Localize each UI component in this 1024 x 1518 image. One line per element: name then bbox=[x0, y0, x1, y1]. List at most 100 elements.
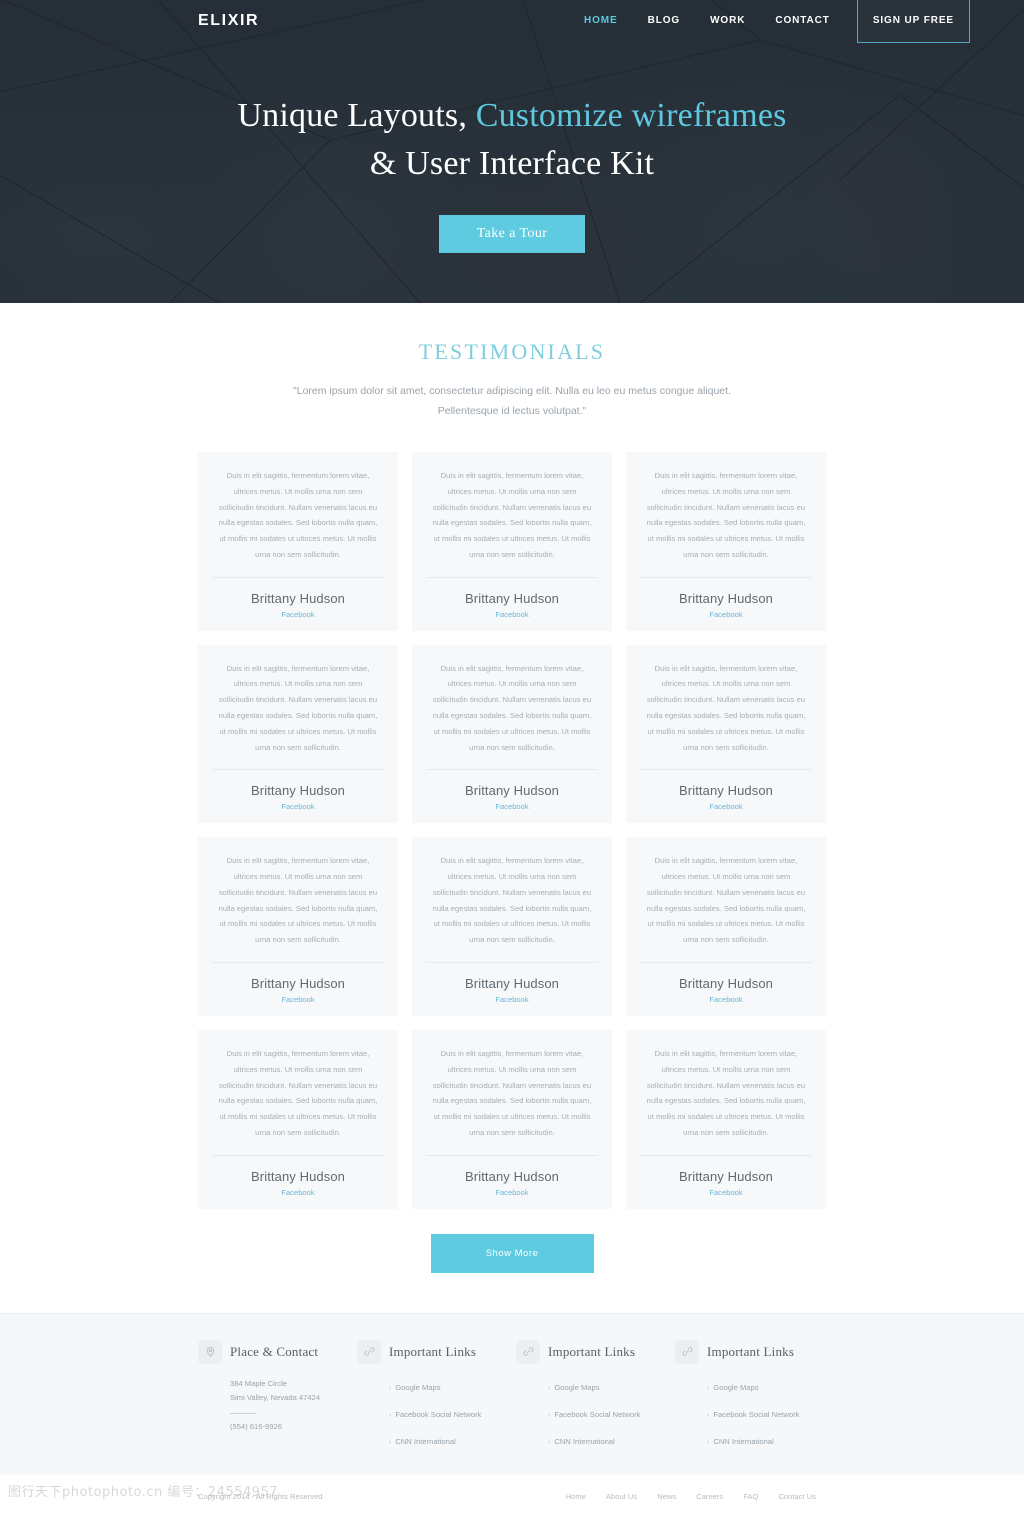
footer-column-title: Important Links bbox=[389, 1343, 477, 1359]
brand-logo[interactable]: ELIXIR bbox=[198, 12, 259, 30]
testimonial-social-link[interactable]: Facebook bbox=[640, 610, 812, 619]
link-icon bbox=[675, 1339, 699, 1364]
hero-headline: Unique Layouts, Customize wireframes & U… bbox=[0, 92, 1024, 189]
nav-item-work[interactable]: WORK bbox=[695, 0, 760, 42]
footer-link[interactable]: Google Maps bbox=[713, 1383, 758, 1392]
chevron-right-icon: › bbox=[548, 1438, 551, 1446]
testimonial-card: Duis in elit sagittis, fermentum lorem v… bbox=[198, 451, 398, 631]
footer-link[interactable]: Google Maps bbox=[395, 1383, 440, 1392]
footer-link-item: › CNN International bbox=[707, 1431, 826, 1449]
footer-bottom-bar: Copyright 2014 - All Rights Reserved Hom… bbox=[0, 1474, 1024, 1518]
nav-item-home[interactable]: HOME bbox=[569, 0, 633, 42]
testimonial-footer: Brittany Hudson Facebook bbox=[212, 576, 384, 619]
sign-up-free-button[interactable]: SIGN UP FREE bbox=[856, 0, 970, 43]
footer-link-list: › Google Maps › Facebook Social Network › CNN… bbox=[548, 1377, 667, 1449]
testimonial-text: Duis in elit sagittis, fermentum lorem v… bbox=[646, 663, 806, 752]
footer-column-body: › Google Maps › Facebook Social Network › CNN… bbox=[516, 1377, 667, 1449]
show-more-button[interactable]: Show More bbox=[430, 1233, 594, 1273]
footer-column-header: Important Links bbox=[357, 1339, 508, 1364]
testimonial-social-link[interactable]: Facebook bbox=[212, 610, 384, 619]
testimonial-text: Duis in elit sagittis, fermentum lorem v… bbox=[646, 1049, 806, 1137]
footer-column-body: 384 Maple Circle Simi Valley, Nevada 4742… bbox=[198, 1377, 349, 1431]
testimonial-text: Duis in elit sagittis, fermentum lorem v… bbox=[218, 470, 378, 559]
footer-address: 384 Maple Circle Simi Valley, Nevada 4742… bbox=[230, 1377, 349, 1405]
show-more-wrap: Show More bbox=[0, 1209, 1024, 1313]
section-subtitle: "Lorem ipsum dolor sit amet, consectetur… bbox=[293, 385, 731, 418]
footer-column-header: Place & Contact bbox=[198, 1339, 349, 1364]
footer-nav-item[interactable]: Contact Us bbox=[768, 1492, 826, 1501]
testimonial-social-link[interactable]: Facebook bbox=[212, 1188, 384, 1197]
footer-column: Important Links › Google Maps › Facebook Soc… bbox=[516, 1339, 667, 1458]
testimonial-card: Duis in elit sagittis, fermentum lorem v… bbox=[412, 451, 612, 631]
testimonial-social-link[interactable]: Facebook bbox=[426, 610, 598, 619]
testimonial-footer: Brittany Hudson Facebook bbox=[426, 576, 598, 619]
footer-nav-item[interactable]: Careers bbox=[686, 1492, 733, 1501]
footer-link-item: › CNN International bbox=[548, 1431, 667, 1449]
testimonial-author: Brittany Hudson bbox=[679, 590, 773, 606]
footer-nav-item[interactable]: Home bbox=[556, 1492, 596, 1501]
chevron-right-icon: › bbox=[389, 1411, 392, 1419]
footer-link[interactable]: Facebook Social Network bbox=[713, 1410, 799, 1419]
chevron-right-icon: › bbox=[548, 1411, 551, 1419]
link-icon bbox=[516, 1339, 540, 1364]
footer-link[interactable]: CNN International bbox=[713, 1437, 773, 1446]
testimonial-author: Brittany Hudson bbox=[465, 1168, 559, 1184]
footer-columns: Place & Contact 384 Maple Circle Simi Vall… bbox=[198, 1339, 826, 1458]
footer-link[interactable]: Google Maps bbox=[554, 1383, 599, 1392]
footer-link[interactable]: CNN International bbox=[554, 1437, 614, 1446]
footer-link[interactable]: CNN International bbox=[395, 1437, 455, 1446]
testimonial-card: Duis in elit sagittis, fermentum lorem v… bbox=[198, 837, 398, 1016]
chevron-right-icon: › bbox=[389, 1438, 392, 1446]
location-pin-icon bbox=[198, 1339, 222, 1364]
top-navigation-bar: ELIXIR HOME BLOG WORK CONTACT SIGN UP FR… bbox=[0, 0, 1024, 43]
footer-link-list: › Google Maps › Facebook Social Network › CNN… bbox=[389, 1377, 508, 1449]
nav-item-contact[interactable]: CONTACT bbox=[760, 0, 844, 42]
testimonial-footer: Brittany Hudson Facebook bbox=[212, 769, 384, 811]
testimonial-card: Duis in elit sagittis, fermentum lorem v… bbox=[412, 1030, 612, 1209]
testimonial-card: Duis in elit sagittis, fermentum lorem v… bbox=[198, 1030, 398, 1209]
footer-column-header: Important Links bbox=[675, 1339, 826, 1364]
testimonial-footer: Brittany Hudson Facebook bbox=[426, 769, 598, 811]
nav-item-blog[interactable]: BLOG bbox=[633, 0, 696, 42]
footer-nav-item[interactable]: News bbox=[647, 1492, 686, 1501]
footer-nav-item[interactable]: About Us bbox=[596, 1492, 647, 1501]
testimonial-social-link[interactable]: Facebook bbox=[212, 995, 384, 1004]
section-title: TESTIMONIALS bbox=[418, 339, 606, 364]
testimonial-social-link[interactable]: Facebook bbox=[212, 802, 384, 811]
take-a-tour-button[interactable]: Take a Tour bbox=[438, 214, 586, 253]
address-line-2: Simi Valley, Nevada 47424 bbox=[230, 1392, 321, 1402]
testimonial-social-link[interactable]: Facebook bbox=[640, 802, 812, 811]
footer-section: Place & Contact 384 Maple Circle Simi Vall… bbox=[0, 1312, 1024, 1475]
testimonial-social-link[interactable]: Facebook bbox=[640, 1188, 812, 1197]
footer-link[interactable]: Facebook Social Network bbox=[554, 1410, 640, 1419]
testimonial-footer: Brittany Hudson Facebook bbox=[426, 962, 598, 1004]
testimonial-author: Brittany Hudson bbox=[679, 783, 773, 799]
address-line-1: 384 Maple Circle bbox=[230, 1378, 287, 1388]
footer-column-body: › Google Maps › Facebook Social Network › CNN… bbox=[357, 1377, 508, 1449]
testimonial-social-link[interactable]: Facebook bbox=[426, 802, 598, 811]
testimonial-author: Brittany Hudson bbox=[465, 976, 559, 991]
testimonial-footer: Brittany Hudson Facebook bbox=[640, 769, 812, 811]
footer-link-item: › Facebook Social Network bbox=[548, 1404, 667, 1422]
footer-column-title: Important Links bbox=[548, 1343, 636, 1359]
footer-link-list: › Google Maps › Facebook Social Network › CNN… bbox=[707, 1377, 826, 1449]
testimonial-social-link[interactable]: Facebook bbox=[426, 995, 598, 1004]
testimonial-footer: Brittany Hudson Facebook bbox=[426, 1154, 598, 1197]
chevron-right-icon: › bbox=[389, 1384, 392, 1392]
testimonial-social-link[interactable]: Facebook bbox=[426, 1188, 598, 1197]
hero-headline-part2: & User Interface Kit bbox=[369, 145, 655, 183]
hero-headline-accent: Customize wireframes bbox=[475, 97, 787, 134]
footer-link-item: › Google Maps bbox=[548, 1377, 667, 1395]
address-divider bbox=[230, 1412, 256, 1414]
testimonial-card: Duis in elit sagittis, fermentum lorem v… bbox=[626, 451, 826, 631]
testimonials-grid: Duis in elit sagittis, fermentum lorem v… bbox=[198, 451, 826, 1209]
footer-link[interactable]: Facebook Social Network bbox=[395, 1410, 481, 1419]
testimonial-text: Duis in elit sagittis, fermentum lorem v… bbox=[432, 470, 592, 559]
footer-nav-item[interactable]: FAQ bbox=[733, 1492, 768, 1501]
testimonial-social-link[interactable]: Facebook bbox=[640, 995, 812, 1004]
testimonial-author: Brittany Hudson bbox=[251, 1168, 345, 1184]
hero-section: ELIXIR HOME BLOG WORK CONTACT SIGN UP FR… bbox=[0, 0, 1024, 303]
testimonial-footer: Brittany Hudson Facebook bbox=[640, 1154, 812, 1197]
chevron-right-icon: › bbox=[707, 1411, 710, 1419]
footer-phone: (554) 616-9926 bbox=[230, 1421, 282, 1431]
